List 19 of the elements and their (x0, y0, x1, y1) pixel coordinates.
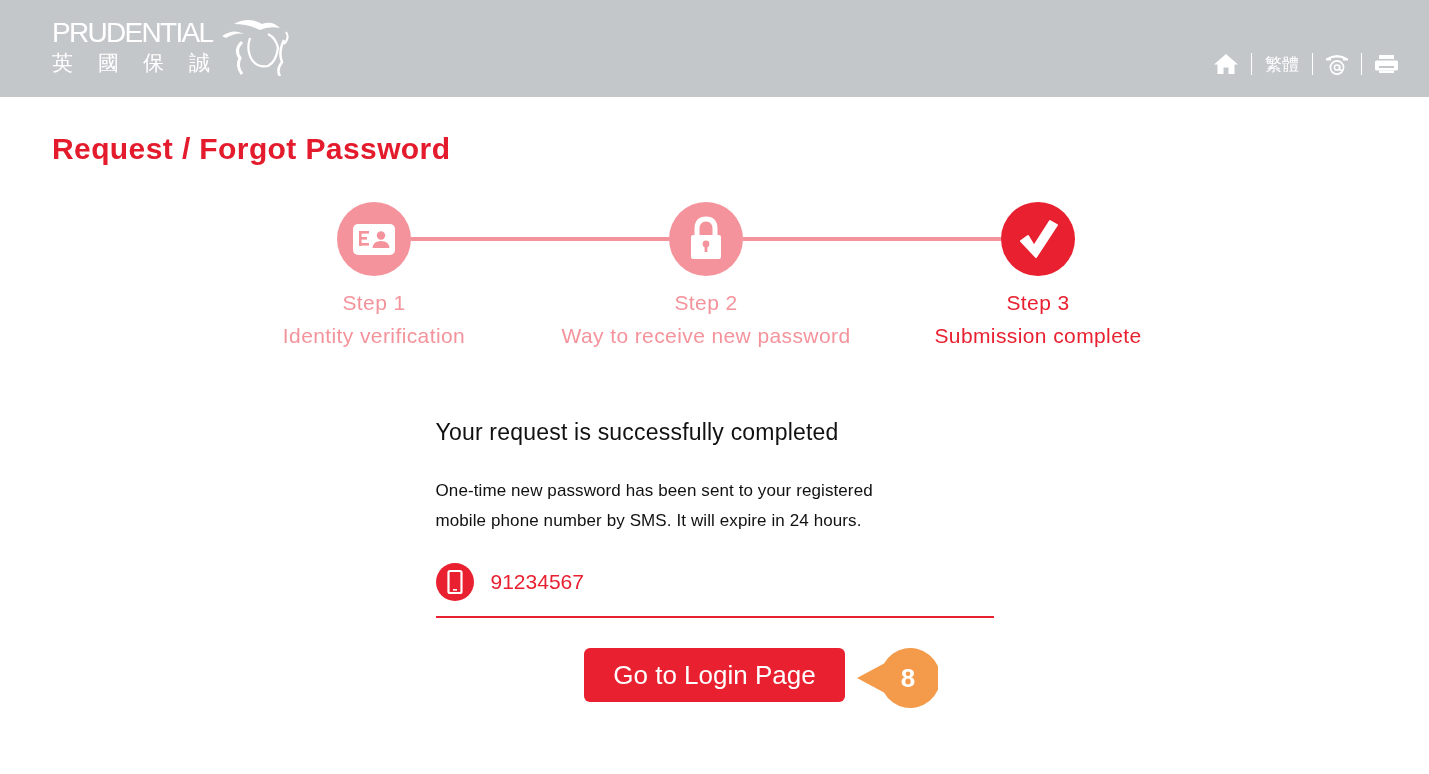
step-title: Way to receive new password (561, 323, 851, 349)
login-page-button[interactable]: Go to Login Page (584, 648, 845, 702)
step-number: Step 3 (1006, 290, 1070, 316)
callout-marker: 8 (857, 648, 938, 708)
step-title: Identity verification (282, 323, 466, 349)
step-number: Step 1 (342, 290, 406, 316)
mobile-phone-icon (435, 563, 474, 601)
step-title: Submission complete (934, 323, 1142, 349)
logo-emblem-icon (220, 18, 291, 76)
logo-chinese-name: 英 國 保 誠 (52, 50, 220, 76)
result-heading: Your request is successfully completed (435, 418, 840, 447)
telephone-email-icon[interactable] (1326, 53, 1348, 75)
logo-wordmark: PRUDENTIAL (52, 19, 214, 47)
phone-number: 91234567 (490, 569, 584, 595)
printer-icon[interactable] (1375, 55, 1398, 73)
result-message: One-time new password has been sent to your registered mobile phone number by SMS. It will expire in 24 hours. (435, 480, 874, 532)
step-number: Step 2 (674, 290, 738, 316)
home-icon[interactable] (1214, 54, 1238, 74)
page-title: Request / Forgot Password (52, 131, 451, 167)
